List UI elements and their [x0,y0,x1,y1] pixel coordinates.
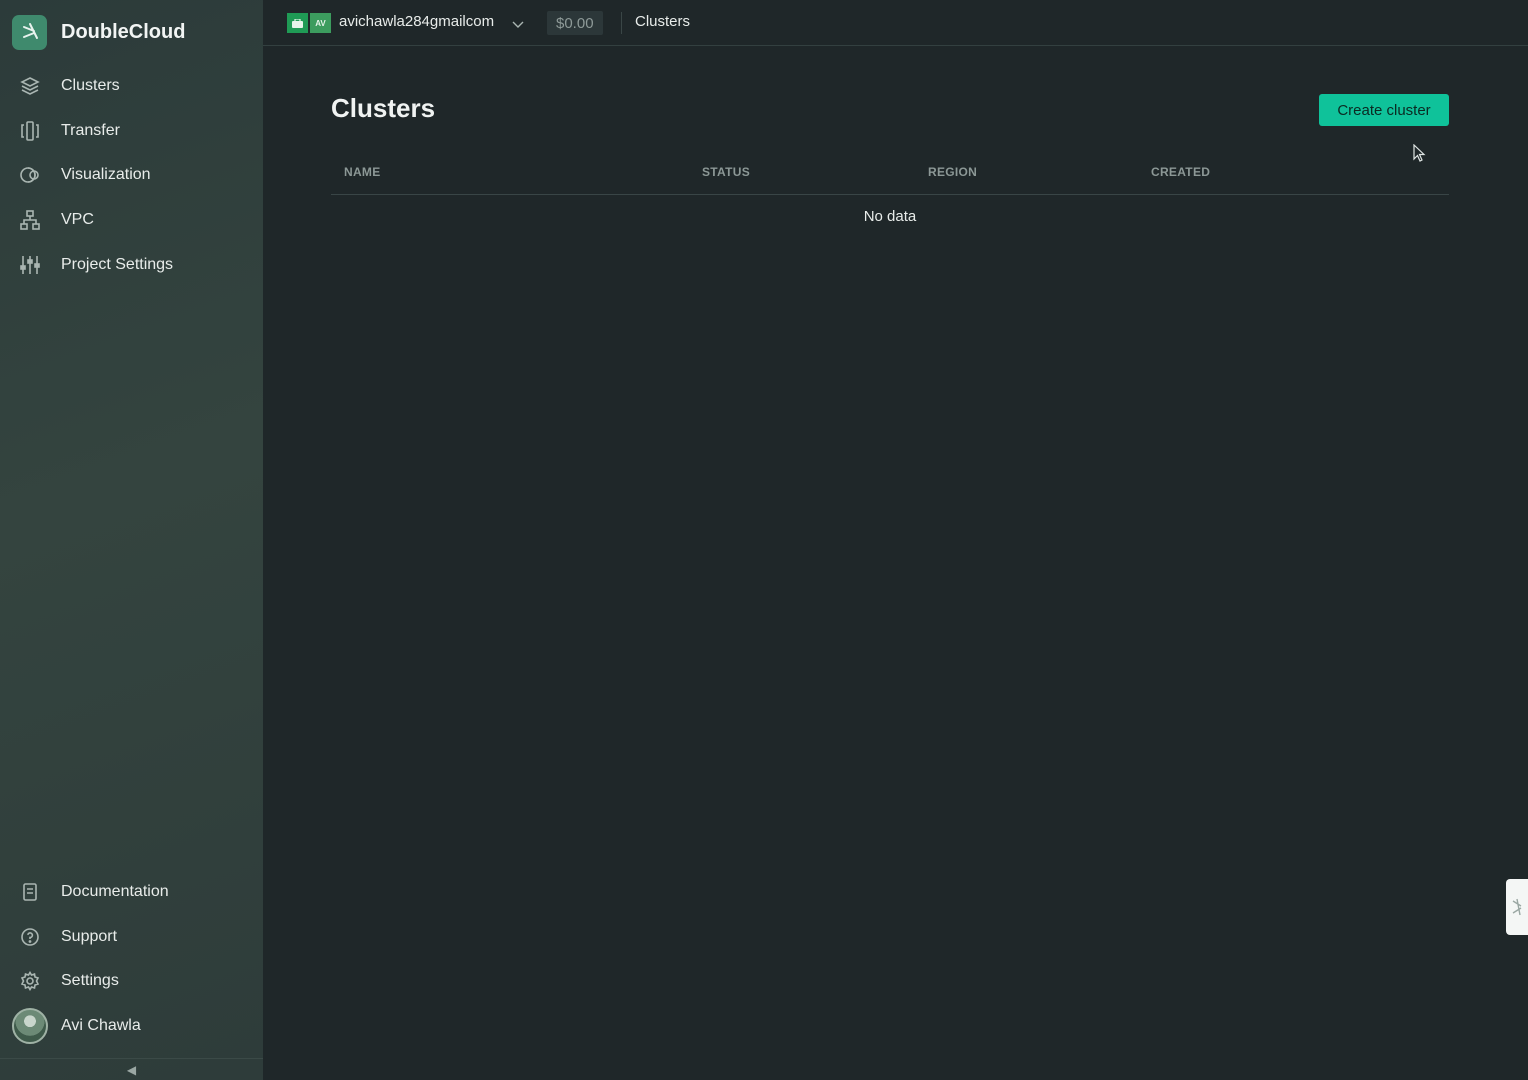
sidebar-item-label: Settings [61,972,119,989]
empty-state: No data [863,208,917,225]
sidebar-item-support[interactable]: Support [0,917,263,957]
visualization-icon [18,163,42,187]
brand[interactable]: DoubleCloud [12,14,185,50]
top-bar: AV avichawla284gmailcom $0.00 Clusters [263,0,1528,46]
sidebar-item-transfer[interactable]: Transfer [0,111,263,151]
widget-icon [1512,898,1522,916]
page-title: Clusters [331,93,436,123]
project-badge[interactable]: AV [310,13,331,33]
sidebar-item-vpc[interactable]: VPC [0,200,263,240]
feedback-widget[interactable] [1506,879,1528,935]
sliders-icon [18,253,42,277]
doublecloud-logo-icon [12,14,47,50]
breadcrumb: Clusters [635,13,691,30]
brand-name: DoubleCloud [61,20,186,43]
network-icon [18,208,42,232]
user-name: Avi Chawla [61,1017,141,1034]
app-window: DoubleCloud Clusters Transfer Visualizat… [0,0,1528,1080]
sidebar-user[interactable]: Avi Chawla [0,1006,263,1046]
gear-icon [18,969,42,993]
column-header-created[interactable]: CREATED [1151,165,1210,179]
project-icon[interactable] [287,13,308,33]
column-header-region[interactable]: REGION [928,165,977,179]
sidebar-item-settings[interactable]: Settings [0,961,263,1001]
sidebar-item-label: Project Settings [61,256,174,273]
sidebar-item-label: Visualization [61,166,151,183]
transfer-icon [18,119,42,143]
clusters-table: NAME STATUS REGION CREATED No data [331,156,1449,225]
sidebar-item-visualization[interactable]: Visualization [0,155,263,195]
sidebar-item-label: VPC [61,211,94,228]
column-header-name[interactable]: NAME [344,165,381,179]
layers-icon [18,74,42,98]
sidebar-item-documentation[interactable]: Documentation [0,872,263,912]
sidebar-item-label: Transfer [61,122,120,139]
sidebar-item-label: Documentation [61,883,169,900]
chevron-down-icon[interactable] [512,16,524,34]
table-header: NAME STATUS REGION CREATED [331,156,1449,195]
create-cluster-button[interactable]: Create cluster [1319,94,1449,126]
account-selector[interactable]: avichawla284gmailcom [339,13,494,30]
balance-badge[interactable]: $0.00 [547,11,603,35]
collapse-sidebar-button[interactable]: ◀ [0,1058,263,1080]
help-circle-icon [18,925,42,949]
sidebar-item-label: Support [61,928,118,945]
avatar [12,1008,48,1044]
mouse-cursor-icon [1413,143,1427,169]
sidebar-item-project-settings[interactable]: Project Settings [0,245,263,285]
chevron-left-icon: ◀ [126,1062,137,1077]
sidebar: DoubleCloud Clusters Transfer Visualizat… [0,0,263,1080]
sidebar-item-label: Clusters [61,77,120,94]
column-header-status[interactable]: STATUS [702,165,750,179]
sidebar-item-clusters[interactable]: Clusters [0,66,263,106]
book-icon [18,880,42,904]
divider [621,12,622,34]
